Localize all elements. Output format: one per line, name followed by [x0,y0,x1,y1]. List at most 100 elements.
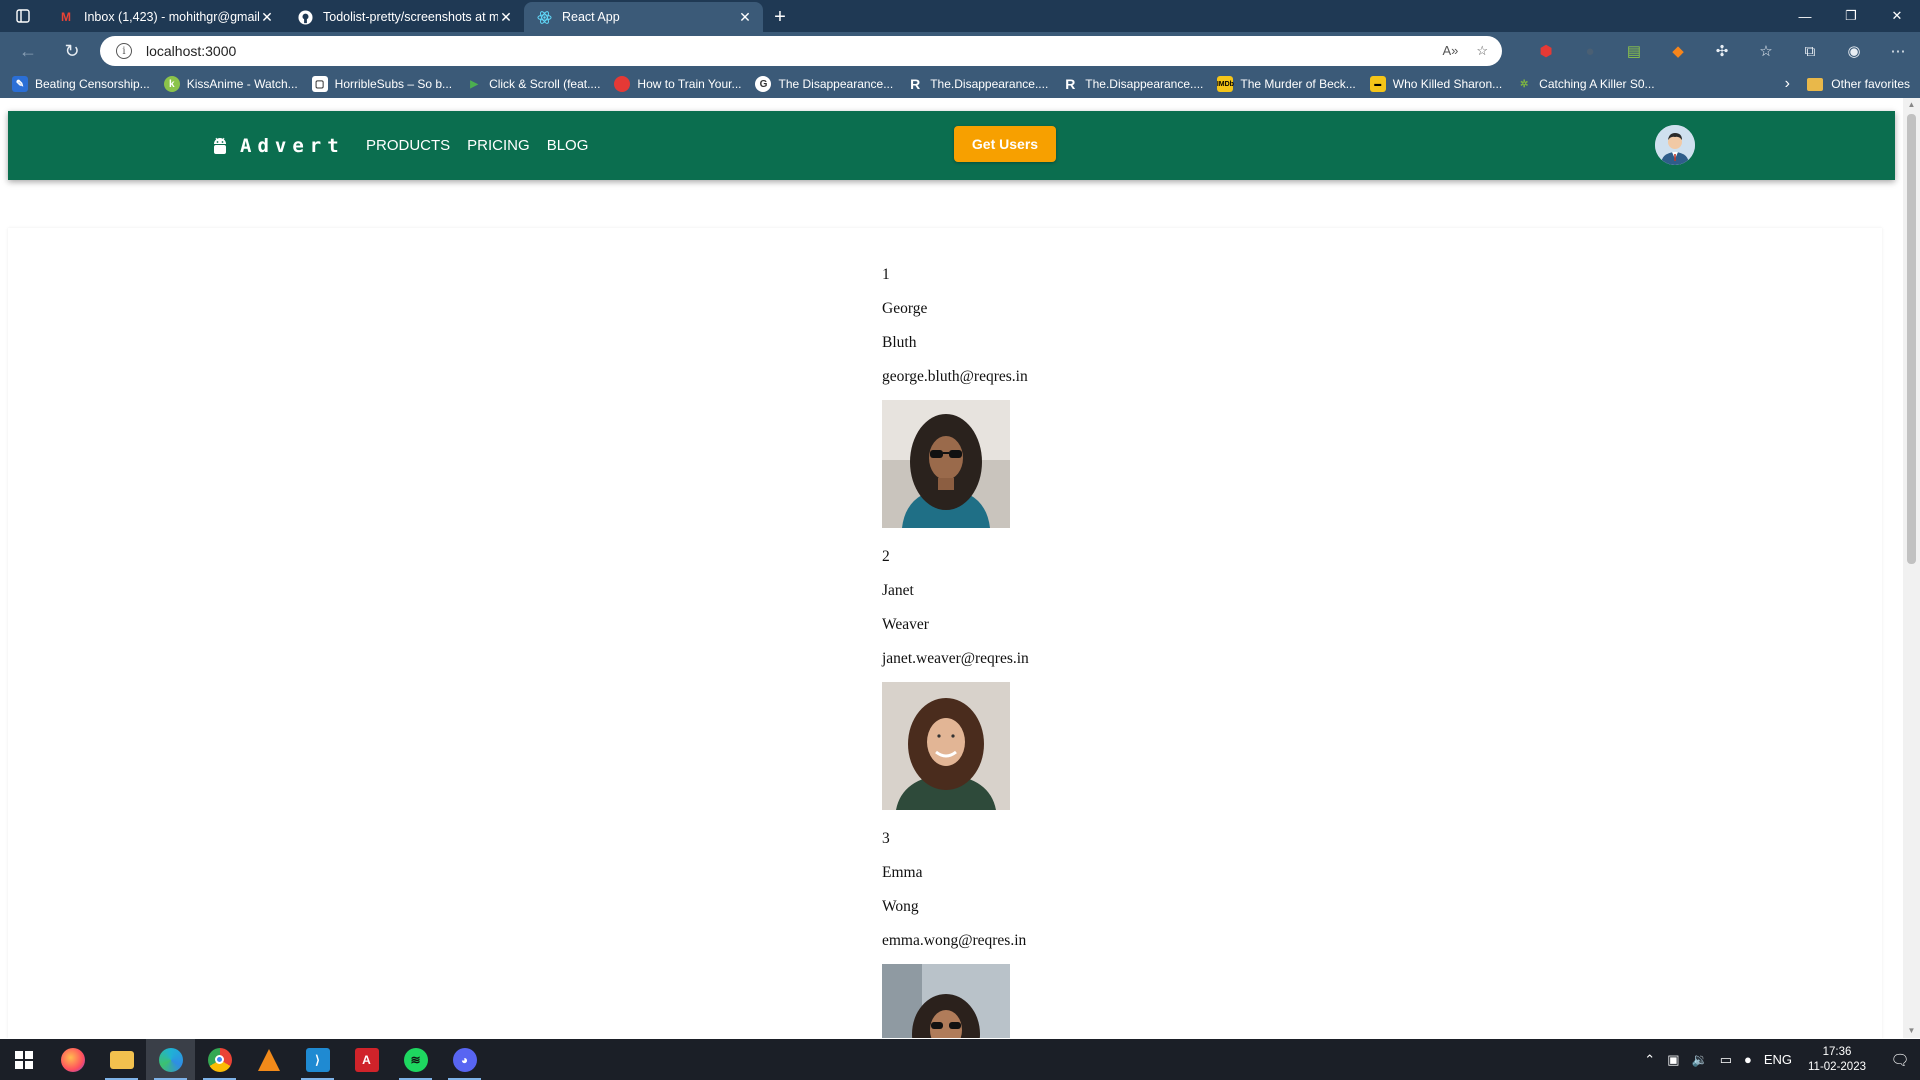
tab-react-app[interactable]: React App ✕ [524,2,763,32]
nav-link-pricing[interactable]: PRICING [467,137,530,154]
clock-date: 11-02-2023 [1808,1060,1866,1073]
page-scrollbar[interactable]: ▲ ▼ [1903,98,1920,1038]
user-list: 1 George Bluth george.bluth@reqres.in 2 … [882,258,1029,1038]
app-navbar: Advert PRODUCTS PRICING BLOG Get Users [8,111,1895,180]
tab-title: Todolist-pretty/screenshots at main [323,10,498,24]
bookmark-item[interactable]: How to Train Your... [614,76,741,92]
extension-icon[interactable]: ● [1568,43,1612,60]
close-icon[interactable]: ✕ [498,9,514,26]
back-arrow-icon[interactable]: ← [6,32,50,70]
extension-icon[interactable]: ▤ [1612,42,1656,60]
user-last-name: Wong [882,898,919,915]
tab-gmail[interactable]: M Inbox (1,423) - mohithgr@gmail.com ✕ [46,2,285,32]
firefox-icon[interactable] [48,1039,97,1080]
bookmark-item[interactable]: ▢ HorribleSubs – So b... [311,76,452,92]
more-menu-icon[interactable]: ⋯ [1876,42,1920,60]
user-first-name: Emma [882,864,923,881]
other-favorites[interactable]: Other favorites [1807,70,1910,98]
clock[interactable]: 17:36 11-02-2023 [1808,1045,1866,1075]
network-icon[interactable]: ▭ [1720,1052,1732,1068]
brand-name: Advert [240,134,345,157]
tab-title: React App [562,10,620,24]
imdb-icon: ▬ [1369,76,1386,92]
volume-icon[interactable]: 🔉 [1692,1052,1708,1068]
bookmark-item[interactable]: ✎ Beating Censorship... [12,76,150,92]
scrollbar-thumb[interactable] [1907,114,1916,564]
nav-link-products[interactable]: PRODUCTS [366,137,450,154]
profile-icon[interactable]: ◉ [1832,42,1876,60]
bookmark-item[interactable]: ▬ Who Killed Sharon... [1369,76,1502,92]
user-last-name: Bluth [882,334,917,351]
vlc-icon[interactable] [244,1039,293,1080]
bookmark-favicon-icon: ▢ [311,76,328,92]
file-explorer-icon[interactable] [97,1039,146,1080]
extensions-puzzle-icon[interactable]: ✣ [1700,42,1744,60]
browser-tab-bar: M Inbox (1,423) - mohithgr@gmail.com ✕ T… [0,0,1920,32]
google-icon: G [755,76,772,92]
favorites-icon[interactable]: ☆ [1744,42,1788,60]
url-text[interactable]: localhost:3000 [146,43,236,59]
close-icon[interactable]: ✕ [737,9,753,26]
tab-actions-icon[interactable] [0,0,46,32]
bookmark-item[interactable]: IMDb The Murder of Beck... [1217,76,1356,92]
r-logo-icon: R [910,76,921,92]
close-window-icon[interactable]: ✕ [1874,0,1920,32]
bookmark-favicon-icon: k [163,76,180,92]
bookmark-item[interactable]: G The Disappearance... [755,76,893,92]
minimize-icon[interactable]: — [1782,0,1828,32]
vscode-icon[interactable]: ⟩ [293,1039,342,1080]
refresh-icon[interactable]: ↻ [50,32,94,70]
close-icon[interactable]: ✕ [259,9,275,26]
system-tray: ⌃ ▣ 🔉 ▭ ● ENG 17:36 11-02-2023 🗨 [1638,1039,1920,1080]
scroll-down-icon[interactable]: ▼ [1903,1024,1920,1038]
edge-icon[interactable] [146,1039,195,1080]
spotify-icon[interactable]: ≋ [391,1039,440,1080]
user-id: 3 [882,830,890,847]
bookmark-item[interactable]: ▶ Click & Scroll (feat.... [466,76,600,92]
microphone-icon[interactable]: ● [1744,1052,1752,1067]
add-favorite-icon[interactable]: ☆ [1476,43,1488,59]
new-tab-button[interactable]: + [763,2,797,32]
bookmark-item[interactable]: ✲ Catching A Killer S0... [1516,76,1655,92]
brand-logo[interactable]: Advert [212,135,345,157]
scroll-up-icon[interactable]: ▲ [1903,98,1920,112]
collections-icon[interactable]: ⧉ [1788,43,1832,60]
github-icon [297,9,313,25]
metamask-extension-icon[interactable]: ◆ [1656,42,1700,60]
device-icon[interactable]: ▣ [1667,1052,1679,1068]
get-users-button[interactable]: Get Users [954,126,1056,162]
user-avatar-image [882,964,1010,1038]
vlc-cone [257,1048,280,1071]
nav-link-blog[interactable]: BLOG [547,137,589,154]
chevron-right-icon[interactable]: › [1785,70,1790,98]
android-icon [214,137,226,154]
bookmark-favicon-icon: ✎ [12,76,28,92]
chevron-up-icon[interactable]: ⌃ [1644,1052,1655,1068]
bookmark-item[interactable]: R The.Disappearance.... [907,76,1048,92]
info-icon[interactable]: i [116,43,132,59]
bookmark-favicon-icon: ✲ [1519,78,1529,90]
notification-icon[interactable]: 🗨 [1880,1051,1920,1069]
read-aloud-icon[interactable]: A» [1442,43,1458,59]
address-bar[interactable]: i localhost:3000 A» ☆ [100,36,1502,66]
restore-icon[interactable]: ❐ [1828,0,1874,32]
tab-title: Inbox (1,423) - mohithgr@gmail.com [84,10,259,24]
tab-github[interactable]: Todolist-pretty/screenshots at main ✕ [285,2,524,32]
avatar[interactable] [1655,125,1695,165]
bookmark-item[interactable]: R The.Disappearance.... [1062,76,1203,92]
users-card: 1 George Bluth george.bluth@reqres.in 2 … [8,228,1882,1038]
language-indicator[interactable]: ENG [1764,1052,1792,1067]
user-email: janet.weaver@reqres.in [882,650,1029,667]
user-id: 2 [882,548,890,565]
folder-icon [1807,77,1824,91]
adblock-extension-icon[interactable]: ⬢ [1524,42,1568,60]
user-avatar-image [882,400,1010,528]
discord-icon[interactable]: ◕ [440,1039,489,1080]
acrobat-icon[interactable]: A [342,1039,391,1080]
tomato-icon [614,76,631,92]
bookmark-item[interactable]: k KissAnime - Watch... [163,76,298,92]
chrome-icon[interactable] [195,1039,244,1080]
bookmarks-bar: ✎ Beating Censorship... k KissAnime - Watc… [0,70,1920,98]
windows-start-icon[interactable] [0,1039,48,1080]
clock-time: 17:36 [1822,1045,1852,1058]
